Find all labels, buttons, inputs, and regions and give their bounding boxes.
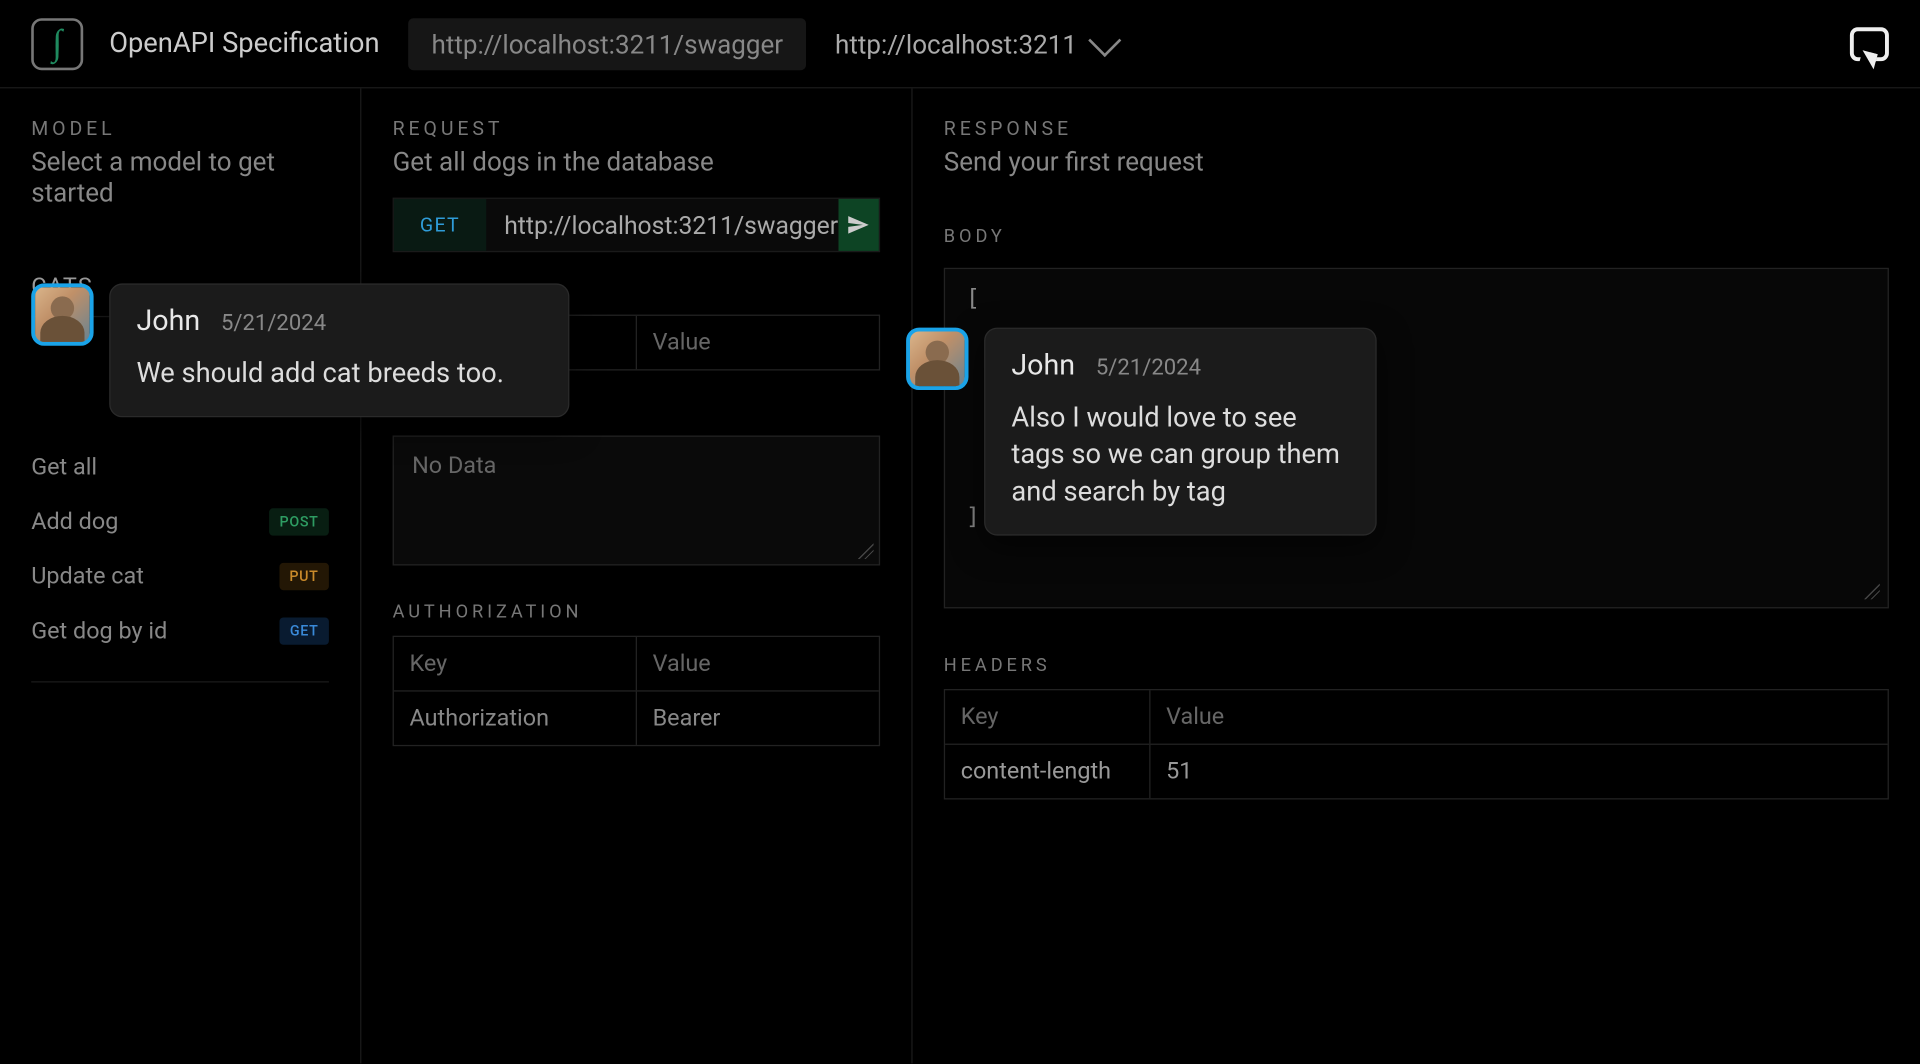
response-heading: RESPONSE [944, 117, 1889, 140]
request-heading: REQUEST [393, 117, 881, 140]
endpoint-item[interactable]: Get dog by id GET [31, 603, 329, 658]
server-url: http://localhost:3211 [835, 28, 1077, 59]
method-badge-put: PUT [279, 562, 329, 589]
sidebar: MODEL Select a model to get started CATS… [0, 88, 361, 1064]
auth-key-header: Key [394, 637, 636, 690]
avatar [906, 328, 968, 390]
headers-value-header: Value [1151, 690, 1888, 743]
auth-value-cell[interactable]: Bearer [636, 692, 879, 745]
header-value-cell: 51 [1151, 745, 1888, 798]
comment-bubble: John 5/21/2024 We should add cat breeds … [109, 283, 569, 417]
headers-key-header: Key [945, 690, 1150, 743]
comment-popover[interactable]: John 5/21/2024 Also I would love to see … [906, 328, 1377, 536]
authorization-table: Key Value Authorization Bearer [393, 636, 881, 747]
request-subheading: Get all dogs in the database [393, 146, 881, 177]
send-button[interactable] [838, 199, 879, 251]
response-headers-label: HEADERS [944, 655, 1889, 676]
request-body-input[interactable]: No Data [393, 435, 881, 565]
header-key-cell: content-length [945, 745, 1150, 798]
resize-grip-icon[interactable] [858, 543, 874, 559]
method-badge-get: GET [279, 617, 328, 644]
response-panel: RESPONSE Send your first request BODY [ … [913, 88, 1920, 1064]
endpoint-item[interactable]: Update cat PUT [31, 549, 329, 604]
endpoint-label: Get all [31, 453, 97, 480]
response-body-label: BODY [944, 226, 1889, 247]
method-badge-post: POST [269, 508, 329, 535]
body-line: [ [966, 285, 980, 312]
comment-date: 5/21/2024 [1096, 355, 1201, 381]
resize-grip-icon[interactable] [1864, 584, 1880, 600]
request-method[interactable]: GET [394, 199, 486, 251]
endpoint-label: Add dog [31, 508, 118, 535]
comment-bubble: John 5/21/2024 Also I would love to see … [984, 328, 1377, 536]
spec-url-pill[interactable]: http://localhost:3211/swagger [408, 18, 806, 70]
authorization-label: AUTHORIZATION [393, 602, 881, 623]
auth-key-cell[interactable]: Authorization [394, 692, 636, 745]
endpoint-item[interactable]: Add dog POST [31, 494, 329, 549]
endpoint-item[interactable]: Get all [31, 439, 329, 494]
request-body-placeholder: No Data [412, 452, 496, 479]
request-panel: REQUEST Get all dogs in the database GET… [361, 88, 912, 1064]
param-value-input[interactable]: Value [636, 316, 879, 369]
comment-date: 5/21/2024 [221, 311, 326, 337]
avatar [31, 283, 93, 345]
table-row: Key Value [945, 690, 1887, 743]
table-row: content-length 51 [945, 744, 1887, 799]
endpoint-label: Update cat [31, 562, 144, 589]
response-headers-table: Key Value content-length 51 [944, 689, 1889, 800]
comment-author: John [1011, 350, 1075, 383]
chat-icon[interactable] [1850, 27, 1889, 61]
comment-text: Also I would love to see tags so we can … [1011, 400, 1349, 511]
response-subheading: Send your first request [944, 146, 1889, 177]
app-title: OpenAPI Specification [109, 28, 379, 59]
comment-text: We should add cat breeds too. [137, 356, 543, 393]
table-row: Key Value [394, 637, 879, 690]
request-bar: GET http://localhost:3211/swagger [393, 198, 881, 253]
sidebar-heading: MODEL [31, 117, 329, 140]
chevron-down-icon [1089, 23, 1122, 56]
endpoint-label: Get dog by id [31, 617, 167, 644]
main-area: MODEL Select a model to get started CATS… [0, 88, 1920, 1064]
send-icon [847, 213, 870, 236]
table-row: Authorization Bearer [394, 690, 879, 745]
comment-popover[interactable]: John 5/21/2024 We should add cat breeds … [31, 283, 569, 417]
server-select[interactable]: http://localhost:3211 [835, 28, 1113, 59]
request-url-input[interactable]: http://localhost:3211/swagger [486, 199, 838, 251]
app-logo: ∫ [31, 18, 83, 70]
sidebar-subheading: Select a model to get started [31, 146, 329, 208]
auth-value-header: Value [636, 637, 879, 690]
top-bar: ∫ OpenAPI Specification http://localhost… [0, 0, 1920, 88]
comment-author: John [137, 306, 201, 339]
